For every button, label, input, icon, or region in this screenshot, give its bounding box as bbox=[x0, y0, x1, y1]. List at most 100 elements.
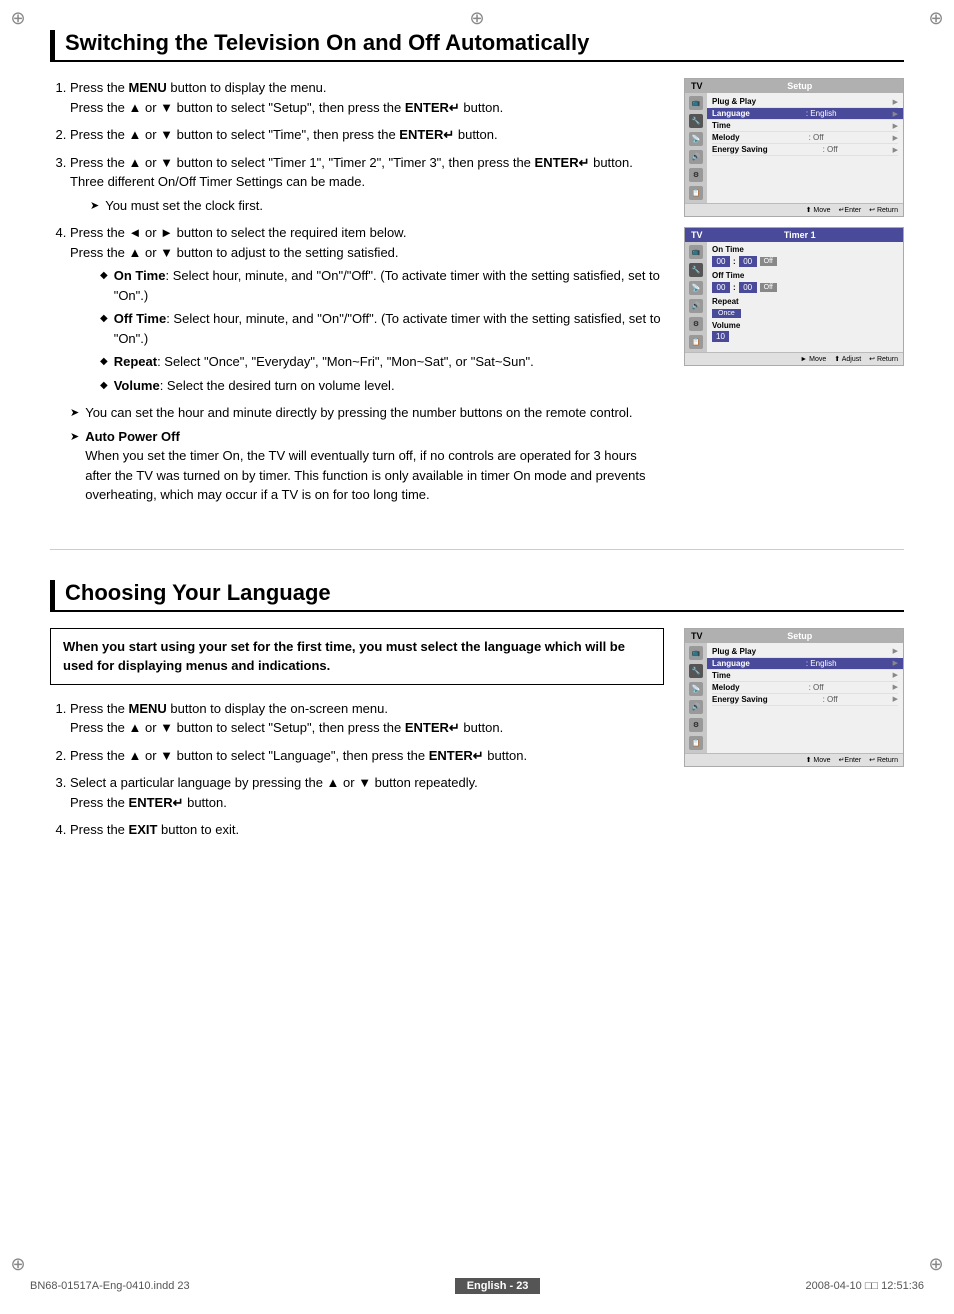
sidebar-icon-3: 📡 bbox=[689, 132, 703, 146]
tv-row-time: Time ▶ bbox=[712, 120, 898, 132]
tv2-row-energy: Energy Saving : Off ▶ bbox=[712, 694, 898, 706]
page: ⊕ ⊕ ⊕ ⊕ ⊕ Switching the Television On an… bbox=[0, 0, 954, 1314]
tv-label2: TV bbox=[691, 631, 703, 641]
bullet-repeat-text: Repeat: Select "Once", "Everyday", "Mon~… bbox=[114, 352, 534, 372]
tv-setup-body2: 📺 🔧 📡 🔊 ⚙ 📋 Plug & Play ▶ bbox=[685, 643, 903, 753]
sidebar-icon-6: 📋 bbox=[689, 186, 703, 200]
tv-setup-ui1: TV Setup 📺 🔧 📡 🔊 ⚙ 📋 bbox=[684, 78, 904, 217]
s2-step1-enter: ENTER↵ bbox=[405, 720, 460, 735]
bullet-volume-text: Volume: Select the desired turn on volum… bbox=[114, 376, 395, 396]
footer-right: 2008-04-10 □□ 12:51:36 bbox=[806, 1280, 925, 1292]
tv-main1: Plug & Play ▶ Language : English ▶ Time … bbox=[707, 93, 903, 203]
on-hour: 00 bbox=[712, 256, 730, 267]
on-time-label: On Time bbox=[712, 245, 898, 254]
off-time-row: 00 : 00 Off bbox=[712, 282, 898, 293]
tv-main2: Plug & Play ▶ Language : English ▶ Time … bbox=[707, 643, 903, 753]
step2-enter: ENTER↵ bbox=[399, 127, 454, 142]
timer-tv-label: TV bbox=[691, 230, 703, 240]
volume-label: Volume bbox=[712, 321, 898, 330]
note-clock: You must set the clock first. bbox=[90, 196, 664, 216]
sidebar2-icon-6: 📋 bbox=[689, 736, 703, 750]
crosshair-tr: ⊕ bbox=[926, 8, 946, 28]
step-2: Press the ▲ or ▼ button to select "Time"… bbox=[70, 125, 664, 145]
auto-power-off-text: When you set the timer On, the TV will e… bbox=[85, 448, 645, 502]
on-time-row: 00 : 00 Off bbox=[712, 256, 898, 267]
step3-enter: ENTER↵ bbox=[535, 155, 590, 170]
s2-step-3: Select a particular language by pressing… bbox=[70, 773, 664, 812]
crosshair-tm: ⊕ bbox=[467, 8, 487, 28]
s2-step2-enter: ENTER↵ bbox=[429, 748, 484, 763]
bullet-on-time: On Time: Select hour, minute, and "On"/"… bbox=[100, 266, 664, 305]
tv-label1: TV bbox=[691, 81, 703, 91]
tv2-row-time: Time ▶ bbox=[712, 670, 898, 682]
auto-power-off-title: Auto Power Off bbox=[85, 429, 180, 444]
sidebar2-icon-4: 🔊 bbox=[689, 700, 703, 714]
tv-sidebar1: 📺 🔧 📡 🔊 ⚙ 📋 bbox=[685, 93, 707, 203]
s2-step-4: Press the EXIT button to exit. bbox=[70, 820, 664, 840]
sidebar2-icon-1: 📺 bbox=[689, 646, 703, 660]
tv-timer-header: TV Timer 1 bbox=[685, 228, 903, 242]
step1-enter: ENTER↵ bbox=[405, 100, 460, 115]
section2-title: Choosing Your Language bbox=[50, 580, 904, 612]
timer-on-section: On Time 00 : 00 Off bbox=[712, 245, 898, 267]
step-4: Press the ◄ or ► button to select the re… bbox=[70, 223, 664, 395]
step-3: Press the ▲ or ▼ button to select "Timer… bbox=[70, 153, 664, 216]
section2-steps: Press the MENU button to display the on-… bbox=[50, 699, 664, 840]
tv-timer-ui: TV Timer 1 📺 🔧 📡 🔊 ⚙ 📋 bbox=[684, 227, 904, 366]
tv-row-plug: Plug & Play ▶ bbox=[712, 96, 898, 108]
timer-off-section: Off Time 00 : 00 Off bbox=[712, 271, 898, 293]
tv-row-energy: Energy Saving : Off ▶ bbox=[712, 144, 898, 156]
tv-row-melody: Melody : Off ▶ bbox=[712, 132, 898, 144]
section1-ui-col: TV Setup 📺 🔧 📡 🔊 ⚙ 📋 bbox=[684, 78, 904, 509]
timer-sidebar-2: 🔧 bbox=[689, 263, 703, 277]
timer-sidebar-5: ⚙ bbox=[689, 317, 703, 331]
tv2-row-plug: Plug & Play ▶ bbox=[712, 646, 898, 658]
on-state: Off bbox=[760, 257, 777, 266]
timer-sidebar-6: 📋 bbox=[689, 335, 703, 349]
on-min: 00 bbox=[739, 256, 757, 267]
auto-power-off-content: Auto Power Off When you set the timer On… bbox=[85, 427, 664, 505]
sidebar-icon-2: 🔧 bbox=[689, 114, 703, 128]
sidebar-icon-1: 📺 bbox=[689, 96, 703, 110]
tv-setup-ui2: TV Setup 📺 🔧 📡 🔊 ⚙ 📋 bbox=[684, 628, 904, 767]
crosshair-bl: ⊕ bbox=[8, 1254, 28, 1274]
timer-sidebar-1: 📺 bbox=[689, 245, 703, 259]
section1-title: Switching the Television On and Off Auto… bbox=[50, 30, 904, 62]
section1-text-col: Press the MENU button to display the men… bbox=[50, 78, 664, 509]
off-hour: 00 bbox=[712, 282, 730, 293]
timer-label: Timer 1 bbox=[784, 230, 816, 240]
section2-content: When you start using your set for the fi… bbox=[50, 628, 904, 848]
repeat-val: Once bbox=[712, 309, 741, 318]
tv-footer1: ⬆ Move ↵Enter ↩ Return bbox=[685, 203, 903, 216]
tv-timer-footer: ► Move ⬆ Adjust ↩ Return bbox=[685, 352, 903, 365]
off-min: 00 bbox=[739, 282, 757, 293]
timer-repeat-section: Repeat Once bbox=[712, 297, 898, 317]
s2-step4-exit: EXIT bbox=[129, 822, 158, 837]
page-number: English - 23 bbox=[455, 1278, 541, 1294]
tv2-row-language: Language : English ▶ bbox=[707, 658, 903, 670]
page-bottom: BN68-01517A-Eng-0410.indd 23 English - 2… bbox=[0, 1278, 954, 1294]
footer-left: BN68-01517A-Eng-0410.indd 23 bbox=[30, 1280, 190, 1292]
step-1: Press the MENU button to display the men… bbox=[70, 78, 664, 117]
volume-val: 10 bbox=[712, 331, 729, 342]
step1-menu: MENU bbox=[129, 80, 167, 95]
bullet-off-time-text: Off Time: Select hour, minute, and "On"/… bbox=[114, 309, 664, 348]
tv-row-language: Language : English ▶ bbox=[707, 108, 903, 120]
sidebar-icon-5: ⚙ bbox=[689, 168, 703, 182]
tv-sidebar-timer: 📺 🔧 📡 🔊 ⚙ 📋 bbox=[685, 242, 707, 352]
note-clock-text: You must set the clock first. bbox=[105, 196, 263, 216]
tv-timer-body: 📺 🔧 📡 🔊 ⚙ 📋 On Time 00 bbox=[685, 242, 903, 352]
sidebar2-icon-2: 🔧 bbox=[689, 664, 703, 678]
section-divider bbox=[50, 549, 904, 550]
crosshair-br: ⊕ bbox=[926, 1254, 946, 1274]
note-hour-minute: You can set the hour and minute directly… bbox=[70, 403, 664, 423]
sidebar-icon-4: 🔊 bbox=[689, 150, 703, 164]
off-state: Off bbox=[760, 283, 777, 292]
sidebar2-icon-5: ⚙ bbox=[689, 718, 703, 732]
section1-content: Press the MENU button to display the men… bbox=[50, 78, 904, 509]
section2: Choosing Your Language When you start us… bbox=[50, 580, 904, 848]
bullet-repeat: Repeat: Select "Once", "Everyday", "Mon~… bbox=[100, 352, 664, 372]
sidebar2-icon-3: 📡 bbox=[689, 682, 703, 696]
s2-step3-enter: ENTER↵ bbox=[129, 795, 184, 810]
setup-label2: Setup bbox=[787, 631, 812, 641]
